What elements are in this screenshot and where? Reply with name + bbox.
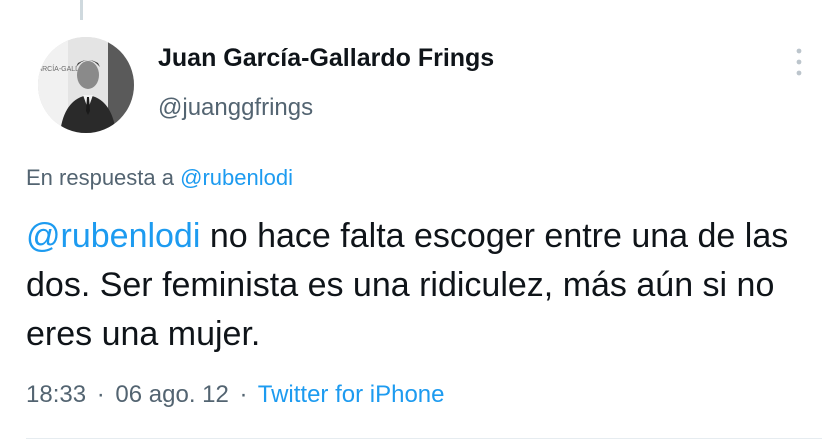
reply-prefix: En respuesta a [26,165,174,190]
tweet-text: @rubenlodi no hace falta escoger entre u… [26,212,816,359]
reply-to-mention-link[interactable]: @rubenlodi [180,165,293,190]
meta-separator: · [239,381,248,408]
tweet-time[interactable]: 18:33 [26,381,86,408]
author-handle[interactable]: @juanggfrings [158,94,313,122]
author-name[interactable]: Juan García-Gallardo Frings [158,44,494,73]
reply-context: En respuesta a @rubenlodi [26,165,293,191]
more-vertical-icon[interactable] [790,44,808,80]
meta-separator: · [96,381,105,408]
body-mention-link[interactable]: @rubenlodi [26,217,200,255]
tweet-metadata: 18:33 · 06 ago. 12 · Twitter for iPhone [26,381,445,409]
thread-connector-line [80,0,83,20]
avatar-backdrop-text: GARCÍA-GALL [38,64,79,73]
divider [26,438,822,439]
tweet-date[interactable]: 06 ago. 12 [115,381,228,408]
avatar-photo: GARCÍA-GALL [38,37,134,133]
avatar[interactable]: GARCÍA-GALL [38,37,134,133]
source-link[interactable]: Twitter for iPhone [258,381,445,408]
